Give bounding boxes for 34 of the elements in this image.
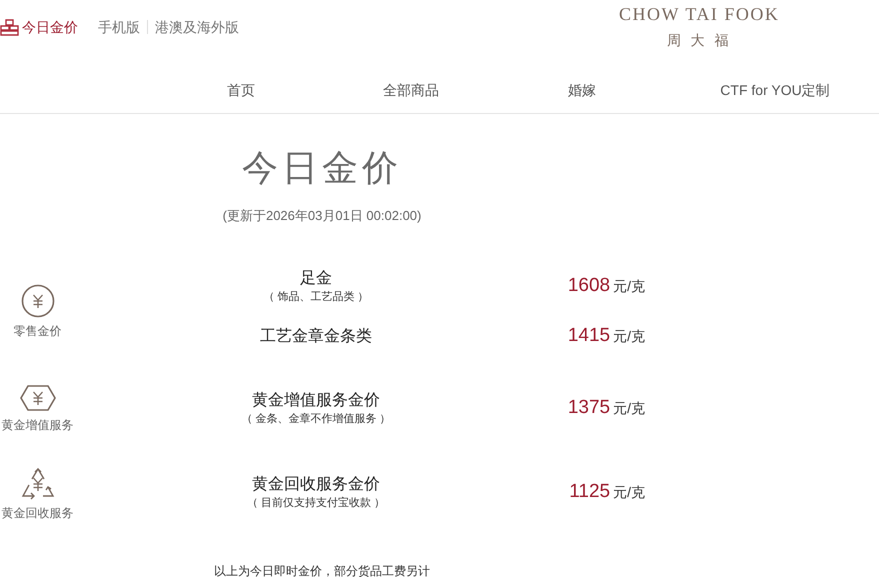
- update-time: (更新于2026年03月01日 00:02:00): [222, 207, 422, 225]
- price-per-gram: 1608: [568, 274, 610, 298]
- price-unit: 元/克: [613, 277, 645, 296]
- yuan-circle-icon: [20, 284, 54, 318]
- price-unit: 元/克: [613, 483, 645, 502]
- item-note: （ 目前仅支持支付宝收款 ）: [246, 496, 386, 510]
- price-per-gram: 1125: [569, 480, 610, 504]
- yuan-diamond-icon: [20, 384, 56, 412]
- item-name: 工艺金章金条类: [260, 326, 372, 346]
- recycle-yuan-icon: [20, 468, 56, 500]
- item-name: 黄金增值服务金价: [252, 391, 380, 411]
- brand-name: CHOW TAI FOOK: [619, 4, 780, 24]
- page-title: 今日金价: [242, 146, 402, 190]
- header-link[interactable]: 手机版: [98, 16, 140, 38]
- price-per-gram: 1415: [568, 324, 610, 348]
- item-name: 足金: [300, 269, 332, 289]
- item-note: （ 饰品、工艺品类 ）: [263, 290, 369, 304]
- brand-name-chinese: 周 大 福: [666, 31, 732, 50]
- category-label: 黄金增值服务: [2, 416, 74, 434]
- price-unit: 元/克: [613, 399, 645, 418]
- nav-link[interactable]: 婚嫁: [568, 80, 596, 101]
- price-page-link[interactable]: 今日金价: [0, 16, 78, 38]
- category-label: 黄金回收服务: [2, 504, 74, 522]
- stacked-bars-icon: [0, 18, 19, 36]
- nav-link[interactable]: 首页: [227, 80, 255, 101]
- item-name: 黄金回收服务金价: [252, 475, 380, 495]
- price-unit: 元/克: [613, 327, 645, 346]
- item-note: （ 金条、金章不作增值服务 ）: [241, 412, 391, 426]
- price-per-gram: 1375: [568, 396, 610, 420]
- price-footnote: 以上为今日即时金价，部分货品工费另计: [214, 562, 430, 577]
- category-label: 零售金价: [14, 322, 62, 340]
- header-link[interactable]: 港澳及海外版: [155, 16, 239, 38]
- nav-link[interactable]: CTF for YOU定制: [720, 80, 830, 101]
- nav-link[interactable]: 全部商品: [383, 80, 439, 101]
